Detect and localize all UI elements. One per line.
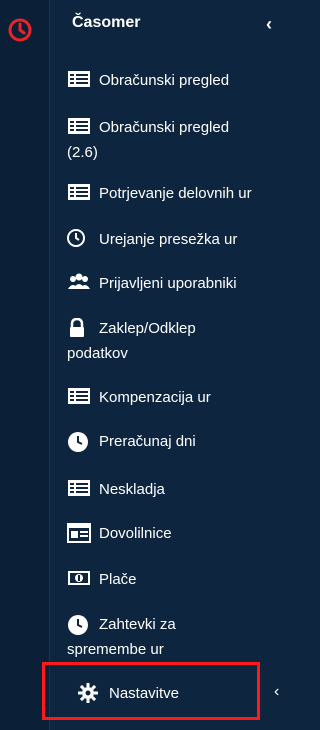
sidebar-item-label: Kompenzacija ur — [99, 389, 211, 406]
sidebar-item-label: Dovolilnice — [99, 525, 172, 542]
card-icon — [67, 523, 91, 544]
lock-icon — [67, 318, 91, 338]
sidebar-item-obracunski-pregled[interactable]: Obračunski pregled — [67, 70, 290, 92]
collapse-chevron-icon[interactable]: ‹ — [266, 14, 272, 35]
table-icon — [67, 117, 91, 135]
sidebar-item-label: Nastavitve — [109, 685, 180, 702]
sidebar-item-label: Zaklep/Odklep — [99, 320, 196, 337]
money-icon — [67, 569, 91, 587]
users-icon — [67, 273, 91, 291]
sidebar-item-label-line2: spremembe ur — [67, 639, 290, 661]
sidebar-item-label: Obračunski pregled — [99, 119, 230, 136]
app-title: Časomer — [72, 14, 141, 31]
sidebar-item-obracunski-pregled-2-6[interactable]: Obračunski pregled — [67, 117, 290, 139]
table-icon — [67, 479, 91, 497]
sidebar-item-label-continued: (2.6) — [67, 144, 98, 161]
sidebar-item-zaklep-odklep[interactable]: Zaklep/Odklep — [67, 318, 290, 340]
table-icon — [67, 183, 91, 201]
sidebar-item-label: Plače — [99, 571, 137, 588]
sidebar-item-label: Potrjevanje delovnih ur — [99, 185, 252, 202]
chevron-left-icon[interactable]: ‹ — [274, 683, 279, 701]
sidebar-item-dovolilnice[interactable]: Dovolilnice — [67, 523, 290, 545]
gear-icon — [77, 682, 99, 704]
clock-logo-icon[interactable] — [7, 17, 33, 43]
table-icon — [67, 387, 91, 405]
table-icon — [67, 70, 91, 88]
sidebar-item-label: Preračunaj dni — [99, 433, 196, 450]
sidebar-item-label-continued: spremembe ur — [67, 641, 164, 658]
sidebar-item-urejanje-presezka[interactable]: Urejanje presežka ur — [67, 229, 290, 251]
clock-icon — [67, 229, 91, 248]
sidebar-item-prijavljeni-uporabniki[interactable]: Prijavljeni uporabniki — [67, 273, 290, 295]
clock-icon — [67, 614, 91, 636]
sidebar-item-label: Obračunski pregled — [99, 72, 230, 89]
icon-rail — [0, 0, 50, 730]
sidebar-item-preracunaj-dni[interactable]: Preračunaj dni — [67, 431, 290, 453]
sidebar-item-zahtevki[interactable]: Zahtevki za — [67, 614, 290, 636]
sidebar-item-label: Zahtevki za — [99, 616, 176, 633]
sidebar-item-label-line2: podatkov — [67, 343, 290, 365]
sidebar-header: Časomer ‹ — [72, 14, 298, 44]
sidebar-item-potrjevanje[interactable]: Potrjevanje delovnih ur — [67, 183, 290, 205]
sidebar-item-kompenzacija[interactable]: Kompenzacija ur — [67, 387, 290, 409]
clock-icon — [67, 431, 91, 453]
sidebar-item-label: Neskladja — [99, 481, 165, 498]
sidebar-item-label: Urejanje presežka ur — [99, 231, 238, 248]
sidebar-item-label: Prijavljeni uporabniki — [99, 275, 237, 292]
sidebar-item-nastavitve[interactable]: Nastavitve — [77, 683, 179, 705]
sidebar-item-label-continued: podatkov — [67, 345, 128, 362]
sidebar-item-label-line2: (2.6) — [67, 142, 290, 164]
sidebar-item-place[interactable]: Plače — [67, 569, 290, 591]
sidebar-item-neskladja[interactable]: Neskladja — [67, 479, 290, 501]
